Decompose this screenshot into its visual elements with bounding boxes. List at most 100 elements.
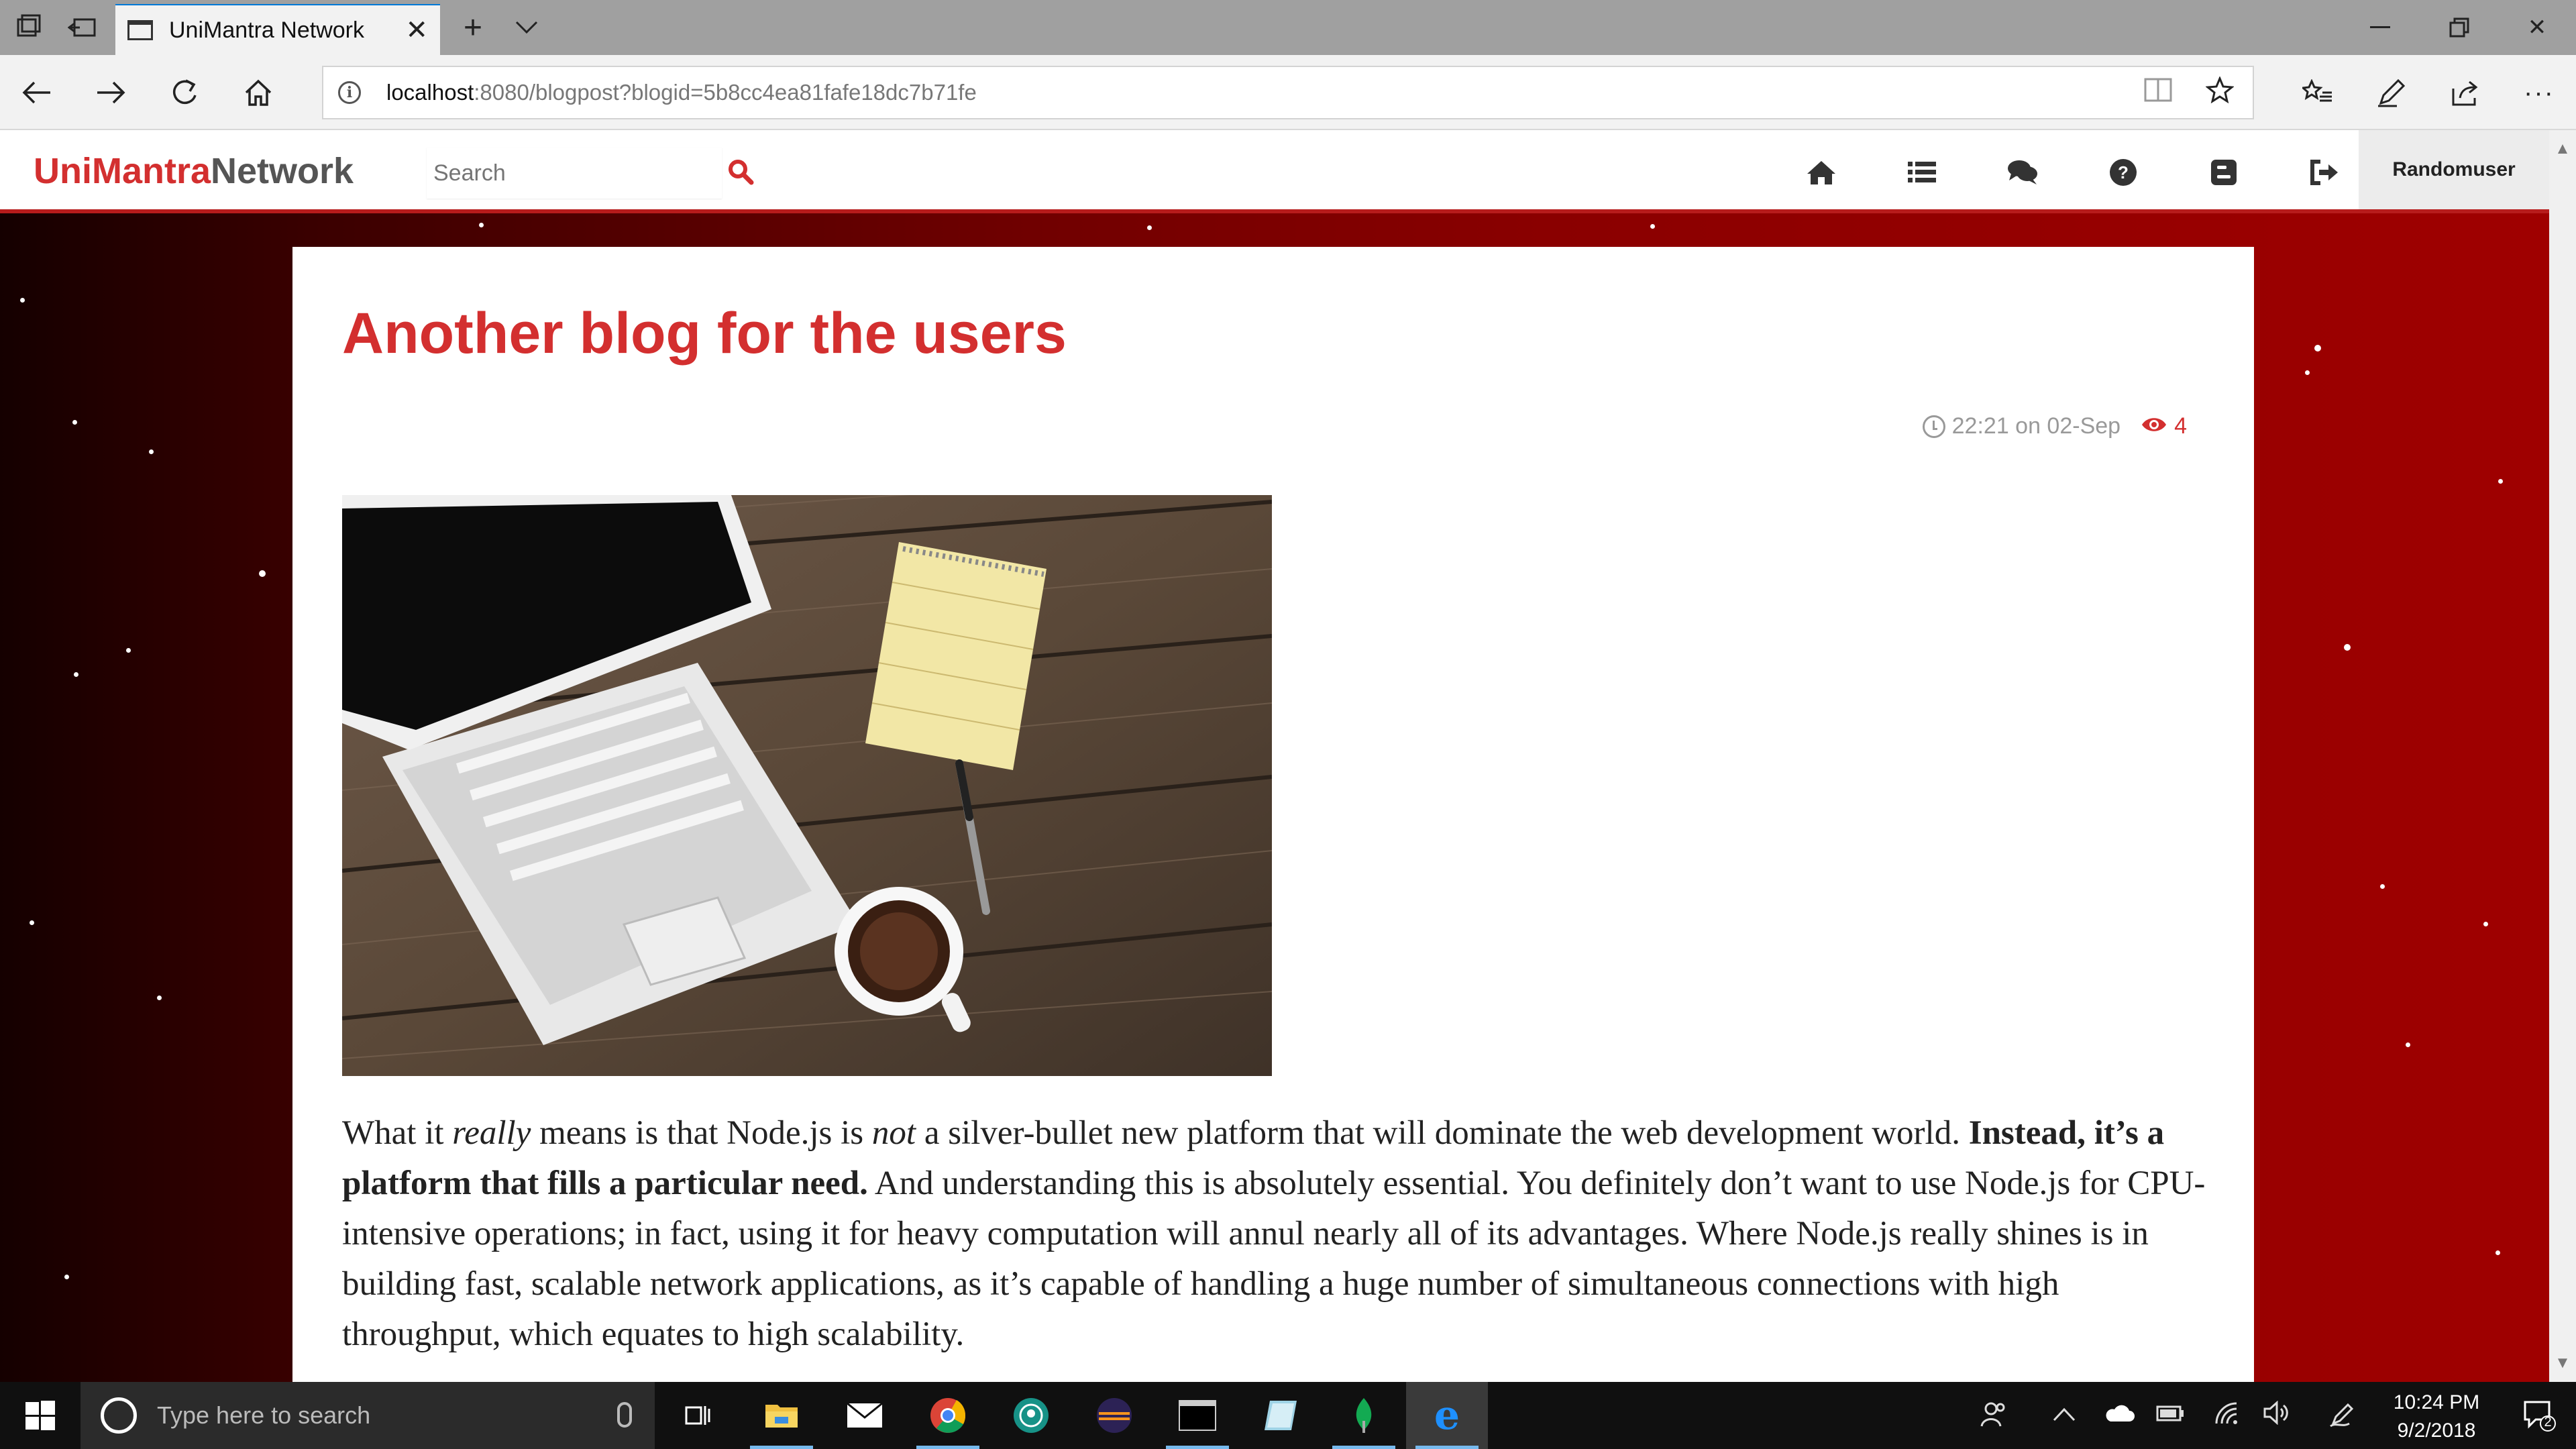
site-header: UniMantraNetwork ? Randomuser	[0, 130, 2549, 213]
site-search-input[interactable]	[427, 148, 695, 199]
view-count: 4	[2141, 413, 2187, 439]
star-decoration	[30, 920, 34, 925]
action-center-icon[interactable]: 2	[2522, 1398, 2556, 1432]
star-decoration	[20, 298, 25, 303]
logout-icon[interactable]	[2301, 149, 2348, 196]
body-text: a silver-bullet new platform that will d…	[916, 1114, 1969, 1152]
close-window-icon[interactable]: ✕	[2498, 0, 2576, 55]
tab-manager-icon[interactable]	[0, 0, 58, 55]
svg-text:?: ?	[2118, 162, 2129, 182]
site-search-box	[427, 148, 722, 199]
tab-unimantra[interactable]: UniMantra Network ✕	[115, 4, 440, 55]
star-decoration	[259, 570, 266, 577]
microphone-icon[interactable]	[617, 1402, 632, 1428]
windows-taskbar: Type here to search e 10:24 PM 9/2/2018 …	[0, 1382, 2576, 1449]
battery-icon[interactable]	[2156, 1401, 2186, 1429]
tab-preview-chevron-icon[interactable]	[498, 0, 555, 55]
star-decoration	[157, 996, 162, 1000]
star-decoration	[2305, 370, 2310, 375]
body-text: What it	[342, 1114, 453, 1152]
star-decoration	[72, 420, 77, 425]
blog-icon[interactable]	[2200, 149, 2247, 196]
reading-view-icon[interactable]	[2144, 76, 2172, 110]
favorites-hub-icon[interactable]	[2281, 55, 2355, 130]
svg-text:e: e	[1434, 1397, 1460, 1434]
post-body: What it really means is that Node.js is …	[342, 1108, 2220, 1360]
more-options-icon[interactable]: ···	[2502, 55, 2576, 130]
clock-icon	[1922, 415, 1945, 438]
comments-icon[interactable]	[1999, 149, 2046, 196]
mongodb-compass-icon[interactable]	[1323, 1382, 1405, 1449]
body-emphasis: not	[871, 1114, 916, 1152]
new-tab-icon[interactable]: +	[444, 0, 502, 55]
brand-name-part2: Network	[211, 151, 354, 191]
show-hidden-icons-chevron-icon[interactable]	[2053, 1401, 2076, 1429]
file-explorer-icon[interactable]	[741, 1382, 822, 1449]
browser-navigation-bar: i localhost:8080/blogpost?blogid=5b8cc4e…	[0, 55, 2576, 130]
back-arrow-icon[interactable]	[0, 55, 74, 130]
clock-time: 10:24 PM	[2393, 1391, 2480, 1413]
post-time: 22:21 on 02-Sep	[1951, 413, 2121, 439]
star-decoration	[149, 449, 154, 454]
blog-post-card: Another blog for the users 22:21 on 02-S…	[292, 247, 2254, 1382]
taskbar-search-box[interactable]: Type here to search	[80, 1382, 655, 1449]
star-decoration	[2406, 1042, 2410, 1047]
taskbar-search-placeholder: Type here to search	[157, 1401, 371, 1429]
web-note-pen-icon[interactable]	[2355, 55, 2428, 130]
page-scrollbar[interactable]: ▲ ▼	[2549, 130, 2576, 1382]
edge-browser-icon[interactable]: e	[1406, 1382, 1488, 1449]
share-icon[interactable]	[2428, 55, 2502, 130]
star-decoration	[2380, 884, 2385, 889]
cortana-icon	[101, 1397, 137, 1434]
minimize-icon[interactable]	[2341, 0, 2419, 55]
url-host: localhost	[386, 80, 474, 105]
volume-icon[interactable]	[2263, 1400, 2290, 1431]
scroll-up-icon[interactable]: ▲	[2549, 136, 2576, 162]
pen-workspace-icon[interactable]	[2329, 1401, 2356, 1434]
star-decoration	[1147, 225, 1152, 230]
restore-icon[interactable]	[2420, 0, 2498, 55]
search-icon[interactable]	[727, 158, 754, 185]
scroll-down-icon[interactable]: ▼	[2549, 1350, 2576, 1377]
chrome-icon[interactable]	[907, 1382, 989, 1449]
page-viewport: UniMantraNetwork ? Randomuser	[0, 130, 2576, 1382]
terminal-icon[interactable]	[1157, 1382, 1238, 1449]
list-icon[interactable]	[1898, 149, 1945, 196]
refresh-icon[interactable]	[148, 55, 221, 130]
user-menu[interactable]: Randomuser	[2359, 130, 2549, 209]
site-logo[interactable]: UniMantraNetwork	[34, 150, 354, 192]
star-decoration	[126, 648, 131, 653]
body-emphasis: really	[452, 1114, 531, 1152]
post-title: Another blog for the users	[342, 301, 1067, 366]
star-decoration	[74, 672, 78, 677]
tab-title: UniMantra Network	[169, 17, 364, 43]
home-icon[interactable]	[221, 55, 295, 130]
gitkraken-icon[interactable]	[990, 1382, 1072, 1449]
browser-title-bar: UniMantra Network ✕ + ✕	[0, 0, 2576, 55]
notes-app-icon[interactable]	[1240, 1382, 1322, 1449]
question-icon[interactable]: ?	[2100, 149, 2147, 196]
favorite-star-icon[interactable]	[2205, 76, 2235, 110]
site-info-icon[interactable]: i	[338, 81, 361, 104]
address-bar[interactable]: i localhost:8080/blogpost?blogid=5b8cc4e…	[322, 66, 2254, 119]
brand-name-part1: UniMantra	[34, 151, 211, 191]
star-decoration	[2314, 345, 2321, 352]
forward-arrow-icon[interactable]	[74, 55, 148, 130]
home-icon[interactable]	[1798, 149, 1845, 196]
set-tabs-aside-icon[interactable]	[54, 0, 111, 55]
windows-start-icon[interactable]	[0, 1382, 80, 1449]
star-decoration	[2483, 922, 2488, 926]
close-tab-icon[interactable]: ✕	[405, 15, 428, 46]
task-view-icon[interactable]	[657, 1382, 739, 1449]
people-icon[interactable]	[1980, 1401, 2007, 1434]
star-decoration	[2498, 479, 2503, 484]
onedrive-cloud-icon[interactable]	[2104, 1401, 2135, 1429]
wifi-icon[interactable]	[2214, 1401, 2241, 1431]
star-decoration	[2344, 644, 2351, 651]
post-meta: 22:21 on 02-Sep 4	[1922, 413, 2187, 439]
mail-icon[interactable]	[824, 1382, 906, 1449]
star-decoration	[2496, 1250, 2500, 1255]
notification-count: 2	[2544, 1415, 2552, 1430]
eclipse-icon[interactable]	[1073, 1382, 1155, 1449]
system-clock[interactable]: 10:24 PM 9/2/2018	[2383, 1389, 2490, 1445]
